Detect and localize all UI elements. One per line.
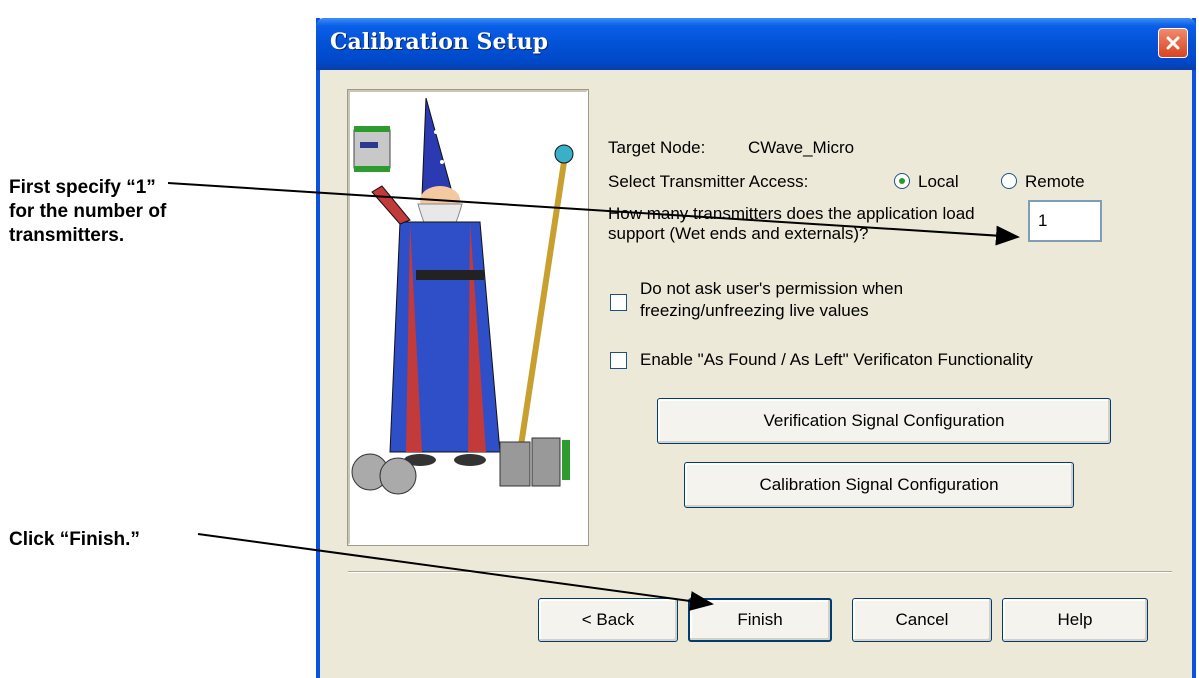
transmitter-count-input[interactable] bbox=[1028, 200, 1102, 242]
calibration-signal-config-button[interactable]: Calibration Signal Configuration bbox=[684, 462, 1074, 508]
transmitter-count-question: How many transmitters does the applicati… bbox=[608, 204, 975, 243]
dialog-title: Calibration Setup bbox=[330, 29, 548, 55]
access-local-label[interactable]: Local bbox=[918, 172, 959, 192]
verification-signal-config-button[interactable]: Verification Signal Configuration bbox=[657, 398, 1111, 444]
finish-button[interactable]: Finish bbox=[688, 598, 832, 642]
skip-freeze-permission-checkbox[interactable] bbox=[610, 294, 627, 311]
target-node-label: Target Node: bbox=[608, 138, 706, 157]
annotation-step2: Click “Finish.” bbox=[9, 529, 140, 550]
target-node-value: CWave_Micro bbox=[748, 138, 855, 157]
access-remote-label[interactable]: Remote bbox=[1025, 172, 1085, 192]
access-local-radio[interactable] bbox=[894, 173, 910, 189]
close-button[interactable] bbox=[1158, 28, 1188, 58]
annotation-step1: First specify “1” for the number of tran… bbox=[9, 177, 167, 246]
controller-device-icon bbox=[499, 437, 570, 487]
cancel-button[interactable]: Cancel bbox=[852, 598, 992, 642]
close-icon bbox=[1166, 36, 1180, 50]
transmitter-access-label: Select Transmitter Access: bbox=[608, 172, 809, 191]
gauge-icon bbox=[351, 453, 417, 495]
skip-freeze-permission-label[interactable]: Do not ask user's permission when freezi… bbox=[640, 278, 1000, 322]
footer-separator bbox=[348, 571, 1172, 573]
calibration-setup-dialog: Calibration Setup Target Node: CWave_Mic… bbox=[316, 18, 1196, 678]
help-button[interactable]: Help bbox=[1002, 598, 1148, 642]
access-remote-radio[interactable] bbox=[1001, 173, 1017, 189]
transmitter-device-icon bbox=[353, 126, 391, 172]
back-button[interactable]: < Back bbox=[538, 598, 678, 642]
wizard-illustration bbox=[351, 97, 574, 495]
title-bar[interactable]: Calibration Setup bbox=[316, 18, 1196, 70]
enable-verification-label[interactable]: Enable "As Found / As Left" Verificaton … bbox=[640, 350, 1033, 370]
wizard-illustration-panel bbox=[347, 89, 589, 546]
enable-verification-checkbox[interactable] bbox=[610, 352, 627, 369]
